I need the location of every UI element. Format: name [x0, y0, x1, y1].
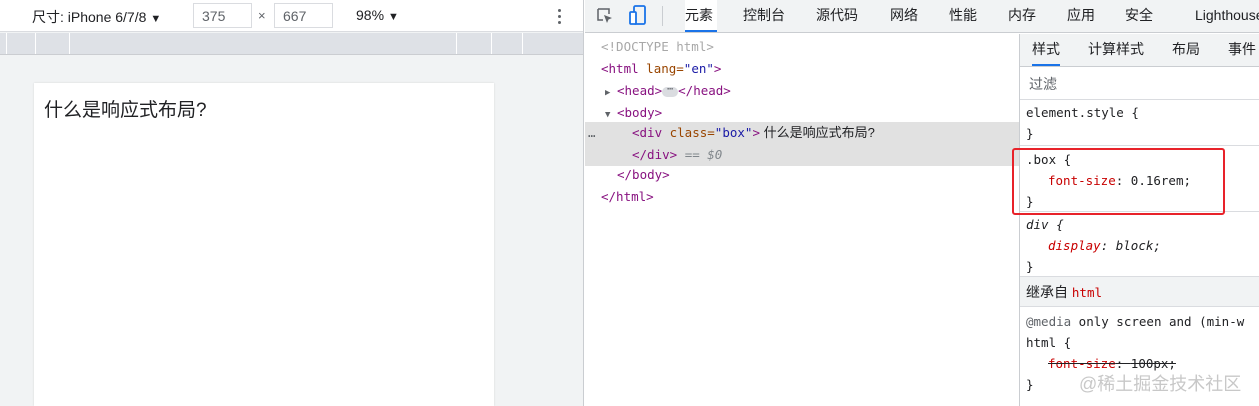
ruler-segment[interactable] — [457, 33, 492, 54]
tab-performance[interactable]: 性能 — [949, 0, 977, 32]
css-property: display — [1048, 238, 1101, 253]
inherited-node-link[interactable]: html — [1072, 285, 1102, 300]
tab-application[interactable]: 应用 — [1067, 0, 1095, 32]
device-select[interactable]: 尺寸: iPhone 6/7/8 ▼ — [32, 7, 161, 27]
caret-down-icon: ▼ — [150, 13, 162, 25]
ruler-segment[interactable] — [36, 33, 70, 54]
device-toggle-icon[interactable] — [628, 4, 648, 26]
rule-element-style[interactable]: element.style { } — [1020, 101, 1259, 146]
devtools-tabbar: 元素 控制台 源代码 网络 性能 内存 应用 安全 Lighthouse — [585, 0, 1259, 33]
css-value-overridden: 100px; — [1130, 356, 1176, 371]
dom-node-body[interactable]: ▼ <body> — [585, 102, 1019, 124]
tab-elements[interactable]: 元素 — [685, 0, 717, 32]
rule-selector: html { — [1026, 335, 1072, 350]
dom-node-html[interactable]: <html lang="en"> — [585, 58, 1019, 80]
styles-pane: 样式 计算样式 布局 事件 过滤 element.style { } .box … — [1019, 34, 1259, 406]
dom-node-body-close[interactable]: </body> — [585, 164, 1019, 186]
times-icon: × — [258, 8, 266, 23]
zoom-select[interactable]: 98% ▼ — [356, 7, 399, 23]
page-heading: 什么是响应式布局? — [44, 100, 207, 121]
inspect-element-icon[interactable] — [596, 7, 614, 25]
watermark: @稀土掘金技术社区 — [1079, 374, 1242, 394]
ruler-segment[interactable] — [7, 33, 36, 54]
rule-selector: element.style { — [1026, 105, 1139, 120]
selected-node-marker: == $0 — [684, 147, 723, 162]
collapsed-ellipsis-icon[interactable]: ⋯ — [662, 84, 679, 97]
tab-memory[interactable]: 内存 — [1008, 0, 1036, 32]
tab-computed[interactable]: 计算样式 — [1088, 34, 1144, 66]
more-options-icon[interactable] — [552, 4, 568, 28]
tab-sources[interactable]: 源代码 — [816, 0, 858, 32]
rule-selector: div { — [1026, 217, 1064, 232]
ruler-segment[interactable] — [70, 33, 457, 54]
styles-subtabs: 样式 计算样式 布局 事件 — [1020, 34, 1259, 67]
inherited-from-header: 继承自 html — [1020, 277, 1259, 307]
ruler-segment[interactable] — [0, 33, 7, 54]
tab-event-listeners[interactable]: 事件 — [1228, 34, 1256, 66]
dom-node-div-selected[interactable]: … <div class="box"> 什么是响应式布局? </div> == … — [585, 122, 1019, 166]
tab-console[interactable]: 控制台 — [743, 0, 785, 32]
row-actions-icon[interactable]: … — [588, 122, 596, 144]
toolbar-divider — [662, 6, 663, 26]
media-keyword: @media — [1026, 314, 1072, 329]
width-input[interactable]: 375 — [193, 3, 252, 28]
dom-node-head[interactable]: ▶ <head> ⋯ </head> — [585, 80, 1019, 102]
tab-network[interactable]: 网络 — [890, 0, 918, 32]
device-select-label: 尺寸: iPhone 6/7/8 — [32, 9, 147, 25]
dom-node-doctype[interactable]: <!DOCTYPE html> — [585, 36, 1019, 58]
emulated-viewport: 什么是响应式布局? — [34, 83, 494, 406]
media-query-ruler[interactable] — [0, 33, 583, 55]
elements-tree: <!DOCTYPE html> <html lang="en"> ▶ <head>… — [585, 34, 1019, 406]
tab-security[interactable]: 安全 — [1125, 0, 1153, 32]
expand-triangle-icon[interactable]: ▶ — [605, 82, 617, 104]
media-query: only screen and (min-w — [1071, 314, 1245, 329]
dom-node-html-close[interactable]: </html> — [585, 186, 1019, 208]
ruler-segment[interactable] — [523, 33, 583, 54]
height-input[interactable]: 667 — [274, 3, 333, 28]
annotation-highlight-box — [1012, 148, 1225, 215]
rule-div-useragent[interactable]: div { display: block; } — [1020, 213, 1259, 277]
caret-down-icon: ▼ — [388, 11, 399, 23]
css-property-overridden: font-size — [1048, 356, 1116, 371]
tab-styles[interactable]: 样式 — [1032, 34, 1060, 66]
ruler-segment[interactable] — [492, 33, 523, 54]
device-toolbar: 尺寸: iPhone 6/7/8 ▼ 375 × 667 98% ▼ — [0, 0, 583, 32]
tab-lighthouse[interactable]: Lighthouse — [1195, 0, 1259, 32]
device-emulation-pane: 尺寸: iPhone 6/7/8 ▼ 375 × 667 98% ▼ 什么是响应式布… — [0, 0, 584, 406]
tab-layout[interactable]: 布局 — [1172, 34, 1200, 66]
styles-filter-input[interactable]: 过滤 — [1020, 68, 1259, 100]
zoom-label: 98% — [356, 7, 385, 23]
css-value: block; — [1115, 238, 1161, 253]
